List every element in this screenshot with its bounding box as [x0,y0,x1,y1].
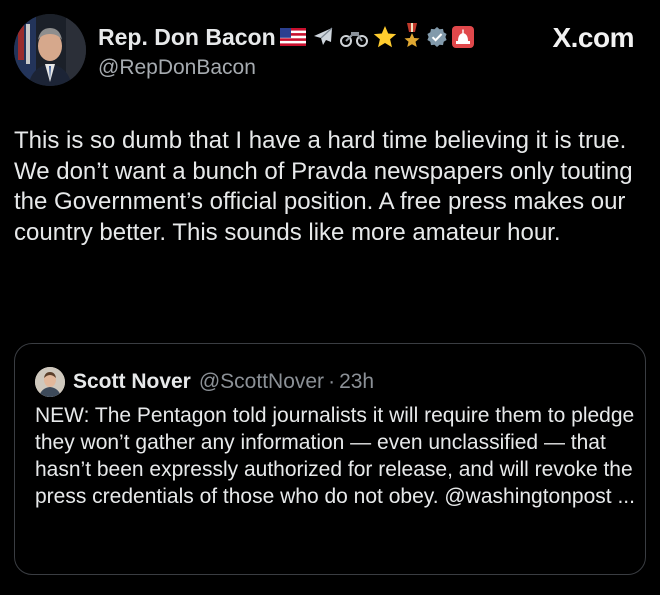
author-display-name[interactable]: Rep. Don Bacon [98,24,276,51]
quoted-author-handle[interactable]: @ScottNover [199,370,324,394]
capitol-icon [451,26,474,48]
verified-icon[interactable] [426,26,448,48]
author-avatar[interactable] [14,14,86,86]
us-flag-icon [279,28,306,46]
star-icon [372,24,398,50]
motorcycle-icon [339,27,368,47]
quoted-timestamp[interactable]: 23h [339,370,374,394]
quoted-author-display-name[interactable]: Scott Nover [73,370,191,394]
quoted-author-avatar[interactable] [35,367,65,397]
medal-icon [402,23,422,51]
tweet-text: This is so dumb that I have a hard time … [14,127,633,246]
quoted-separator: · [328,370,336,393]
author-handle[interactable]: @RepDonBacon [98,56,474,80]
brand-label: X.com [552,22,634,53]
quoted-tweet-header: Scott Nover @ScottNover · 23h [35,366,374,398]
quoted-tweet-text: NEW: The Pentagon told journalists it wi… [35,404,635,508]
airplane-icon [310,24,336,50]
quoted-tweet-card[interactable]: Scott Nover @ScottNover · 23h NEW: The P… [14,343,646,575]
tweet-header: Rep. Don Bacon @RepDonBacon X.com [14,14,646,90]
author-name-row: Rep. Don Bacon [98,20,474,54]
author-names: Rep. Don Bacon @RepDonBacon [98,20,474,80]
